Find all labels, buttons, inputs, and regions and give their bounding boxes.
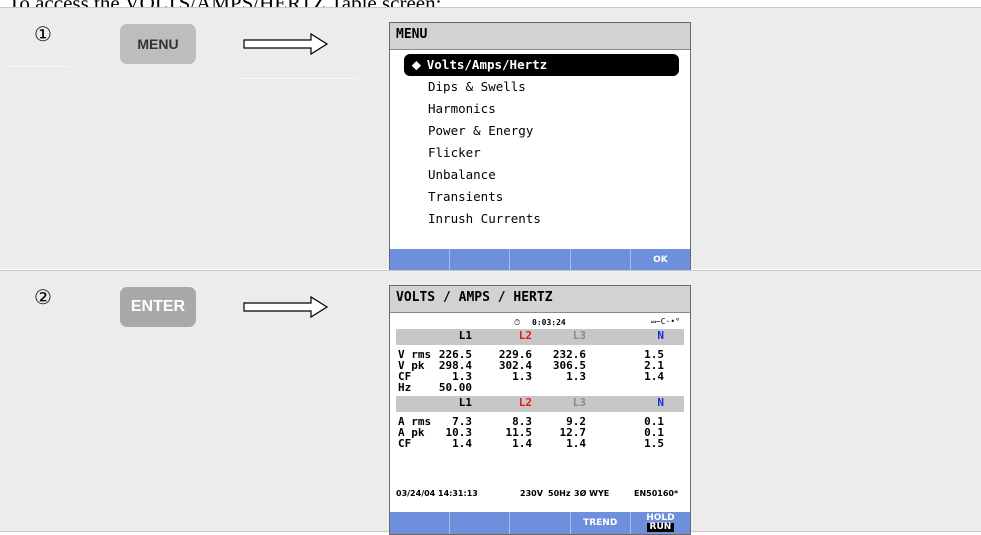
updown-icon: ⬥: [412, 57, 421, 72]
menu-item-unbalance[interactable]: Unbalance: [404, 164, 679, 186]
softkey-hold-run[interactable]: HOLD RUN: [630, 512, 691, 534]
softkey-f2[interactable]: [450, 249, 511, 271]
limits-standard: EN50160*: [634, 489, 679, 498]
menu-item-transients[interactable]: Transients: [404, 186, 679, 208]
table-row: Hz 50.00: [398, 381, 472, 394]
softkey-f3[interactable]: [510, 249, 571, 271]
menu-item-volts-amps-hertz[interactable]: ⬥ Volts/Amps/Hertz: [404, 54, 679, 76]
timer-line: ⏱ 0:03:24 ▭−C·•°: [396, 317, 684, 329]
elapsed-time: 0:03:24: [532, 318, 566, 327]
volt-header: L1 L2 L3 N: [396, 329, 684, 345]
menu-item-inrush-currents[interactable]: Inrush Currents: [404, 208, 679, 230]
step-row-1: ① MENU MENU ⬥ Volts/Amps/Hertz Dips & Swe…: [0, 7, 981, 272]
menu-item-harmonics[interactable]: Harmonics: [404, 98, 679, 120]
status-line: 03/24/04 14:31:13 230V 50Hz 3Ø WYE EN501…: [396, 489, 686, 501]
step-number: ②: [34, 285, 52, 309]
right-arrow-icon: [243, 32, 329, 56]
screen-title: VOLTS / AMPS / HERTZ: [390, 286, 690, 313]
menu-item-power-energy[interactable]: Power & Energy: [404, 120, 679, 142]
softkey-trend[interactable]: TREND: [570, 512, 631, 534]
menu-key-button[interactable]: MENU: [120, 24, 196, 64]
nominal-voltage: 230V: [520, 489, 543, 498]
enter-key-button[interactable]: ENTER: [120, 287, 196, 327]
menu-screen: MENU ⬥ Volts/Amps/Hertz Dips & Swells Har…: [389, 22, 691, 272]
timer-icon: ⏱: [514, 318, 521, 327]
wiring-config: 3Ø WYE: [574, 489, 610, 498]
nominal-frequency: 50Hz: [548, 489, 571, 498]
right-arrow-icon: [243, 295, 329, 319]
step-number: ①: [34, 22, 52, 46]
table-row: V pk 298.4 302.4 306.5 2.1: [398, 359, 664, 372]
softkey-f2[interactable]: [450, 512, 511, 534]
amp-header: L1 L2 L3 N: [396, 396, 684, 412]
table-row: CF 1.4 1.4 1.4 1.5: [398, 437, 664, 450]
step-row-2: ② ENTER VOLTS / AMPS / HERTZ ⏱ 0:03:24 ▭…: [0, 270, 981, 535]
softkey-f1[interactable]: [390, 512, 451, 534]
battery-icon: ▭−C·•°: [651, 317, 680, 326]
menu-list: ⬥ Volts/Amps/Hertz Dips & Swells Harmonic…: [404, 54, 679, 230]
softkey-bar: TREND HOLD RUN: [390, 512, 691, 534]
screen-title: MENU: [390, 23, 690, 50]
softkey-bar: OK: [390, 249, 691, 271]
table-row: A pk 10.3 11.5 12.7 0.1: [398, 426, 664, 439]
date-time: 03/24/04 14:31:13: [396, 489, 478, 498]
softkey-f4[interactable]: [570, 249, 631, 271]
vah-screen: VOLTS / AMPS / HERTZ ⏱ 0:03:24 ▭−C·•° L1…: [389, 285, 691, 535]
vah-table: ⏱ 0:03:24 ▭−C·•° L1 L2 L3 N V rms 226.5 …: [396, 317, 684, 450]
softkey-f3[interactable]: [510, 512, 571, 534]
menu-item-dips-swells[interactable]: Dips & Swells: [404, 76, 679, 98]
softkey-ok[interactable]: OK: [630, 249, 691, 271]
table-row: A rms 7.3 8.3 9.2 0.1: [398, 415, 664, 428]
menu-item-flicker[interactable]: Flicker: [404, 142, 679, 164]
softkey-f1[interactable]: [390, 249, 451, 271]
